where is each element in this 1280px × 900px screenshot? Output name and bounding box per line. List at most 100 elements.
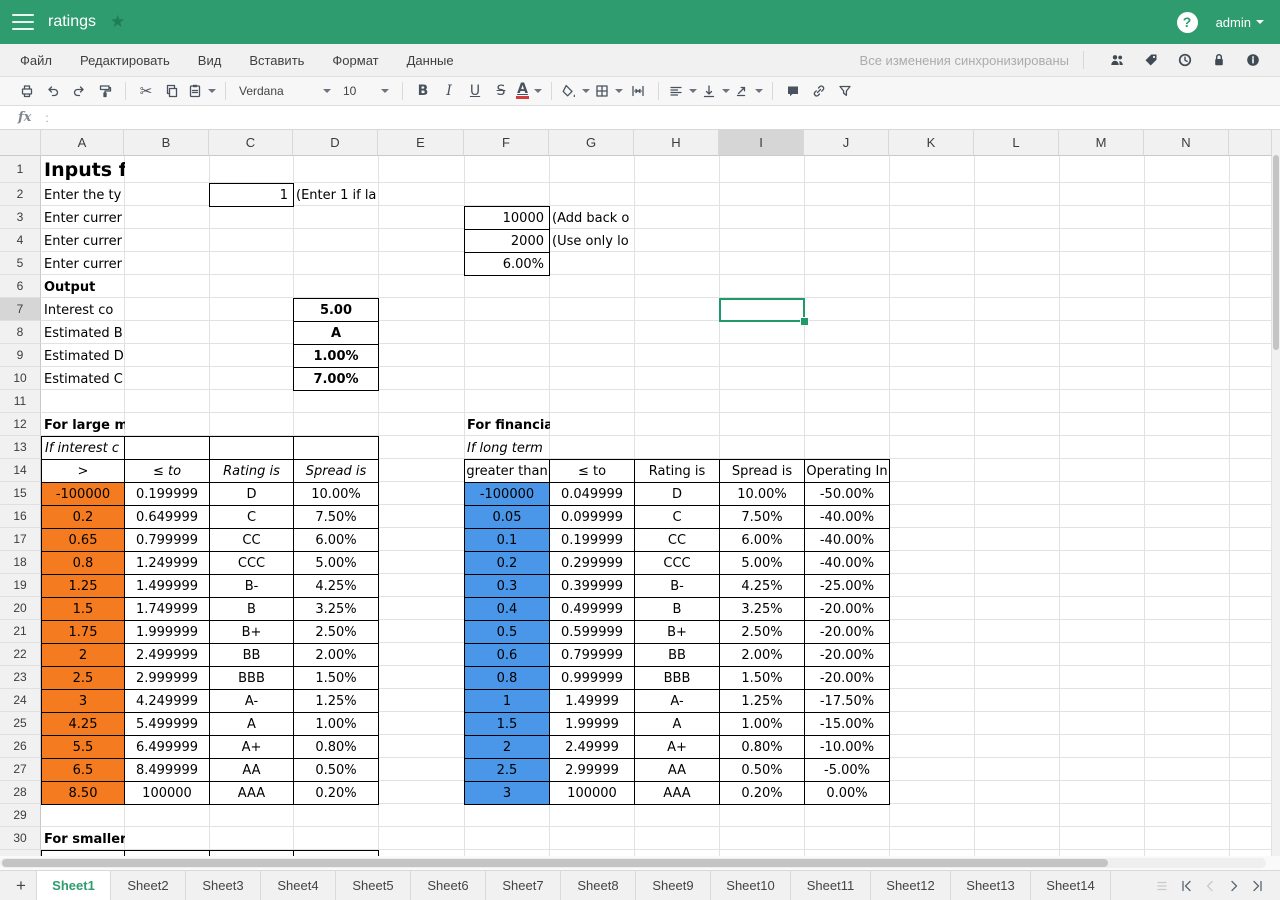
select-all-corner[interactable]: [0, 130, 41, 156]
cell-A28[interactable]: 8.50: [41, 781, 125, 805]
cell-J17[interactable]: -40.00%: [804, 528, 890, 552]
cell-A12[interactable]: For large m: [41, 413, 125, 437]
row-header-7[interactable]: 7: [0, 298, 41, 321]
cell-D18[interactable]: 5.00%: [293, 551, 379, 575]
cell-J24[interactable]: -17.50%: [804, 689, 890, 713]
cell-B20[interactable]: 1.749999: [124, 597, 210, 621]
cell-I16[interactable]: 7.50%: [719, 505, 805, 529]
cell-D28[interactable]: 0.20%: [293, 781, 379, 805]
cell-A14[interactable]: >: [41, 459, 125, 483]
lock-icon[interactable]: [1206, 49, 1232, 71]
cell-A24[interactable]: 3: [41, 689, 125, 713]
cell-H22[interactable]: BB: [634, 643, 720, 667]
cell-H20[interactable]: B: [634, 597, 720, 621]
cell-F16[interactable]: 0.05: [464, 505, 550, 529]
cell-H21[interactable]: B+: [634, 620, 720, 644]
user-menu[interactable]: admin: [1216, 15, 1264, 30]
menu-данные[interactable]: Данные: [393, 53, 468, 68]
cell-G26[interactable]: 2.49999: [549, 735, 635, 759]
vertical-align-button[interactable]: [701, 80, 730, 102]
row-header-26[interactable]: 26: [0, 735, 41, 758]
cell-B16[interactable]: 0.649999: [124, 505, 210, 529]
info-icon[interactable]: [1240, 49, 1266, 71]
cell-F24[interactable]: 1: [464, 689, 550, 713]
row-header-1[interactable]: 1: [0, 156, 41, 183]
row-header-22[interactable]: 22: [0, 643, 41, 666]
version-history-icon[interactable]: [1172, 49, 1198, 71]
column-header-B[interactable]: B: [124, 130, 209, 156]
cell-D17[interactable]: 6.00%: [293, 528, 379, 552]
cell-A5[interactable]: Enter currer: [41, 252, 125, 276]
cell-A3[interactable]: Enter currer: [41, 206, 125, 230]
menu-вид[interactable]: Вид: [184, 53, 236, 68]
column-header-C[interactable]: C: [209, 130, 293, 156]
cell-D8[interactable]: A: [293, 321, 379, 345]
cell-C2[interactable]: 1: [209, 183, 294, 207]
menu-формат[interactable]: Формат: [318, 53, 392, 68]
sheet-tab-sheet9[interactable]: Sheet9: [636, 871, 711, 900]
cell-A8[interactable]: Estimated B: [41, 321, 125, 345]
cell-G18[interactable]: 0.299999: [549, 551, 635, 575]
cell-C15[interactable]: D: [209, 482, 294, 506]
add-sheet-button[interactable]: +: [6, 871, 36, 900]
main-menu-icon[interactable]: [12, 14, 34, 30]
sheet-tab-sheet4[interactable]: Sheet4: [261, 871, 336, 900]
cell-A20[interactable]: 1.5: [41, 597, 125, 621]
menu-файл[interactable]: Файл: [0, 53, 66, 68]
cell-G21[interactable]: 0.599999: [549, 620, 635, 644]
row-header-24[interactable]: 24: [0, 689, 41, 712]
cell-F27[interactable]: 2.5: [464, 758, 550, 782]
cell-I26[interactable]: 0.80%: [719, 735, 805, 759]
cell-F22[interactable]: 0.6: [464, 643, 550, 667]
cell-A23[interactable]: 2.5: [41, 666, 125, 690]
cell-G15[interactable]: 0.049999: [549, 482, 635, 506]
first-sheet-icon[interactable]: [1174, 874, 1198, 898]
link-button[interactable]: [808, 80, 830, 102]
cell-F15[interactable]: -100000: [464, 482, 550, 506]
row-header-20[interactable]: 20: [0, 597, 41, 620]
comment-button[interactable]: [782, 80, 804, 102]
cell-G17[interactable]: 0.199999: [549, 528, 635, 552]
column-header-K[interactable]: K: [889, 130, 974, 156]
column-header-H[interactable]: H: [634, 130, 719, 156]
cell-C13[interactable]: [209, 436, 294, 460]
font-size-select[interactable]: 10: [339, 80, 393, 102]
cell-H24[interactable]: A-: [634, 689, 720, 713]
paste-button[interactable]: [187, 80, 216, 102]
cell-B18[interactable]: 1.249999: [124, 551, 210, 575]
cell-J15[interactable]: -50.00%: [804, 482, 890, 506]
strikethrough-button[interactable]: S: [490, 80, 512, 102]
cell-F21[interactable]: 0.5: [464, 620, 550, 644]
cell-A18[interactable]: 0.8: [41, 551, 125, 575]
cell-B26[interactable]: 6.499999: [124, 735, 210, 759]
cell-D24[interactable]: 1.25%: [293, 689, 379, 713]
format-painter-button[interactable]: [94, 80, 116, 102]
cell-G28[interactable]: 100000: [549, 781, 635, 805]
row-header-25[interactable]: 25: [0, 712, 41, 735]
cell-B13[interactable]: [124, 436, 210, 460]
cell-H14[interactable]: Rating is: [634, 459, 720, 483]
cell-B21[interactable]: 1.999999: [124, 620, 210, 644]
fill-color-button[interactable]: [561, 80, 590, 102]
column-header-M[interactable]: M: [1059, 130, 1144, 156]
cell-J22[interactable]: -20.00%: [804, 643, 890, 667]
cell-F18[interactable]: 0.2: [464, 551, 550, 575]
cell-G20[interactable]: 0.499999: [549, 597, 635, 621]
cell-B28[interactable]: 100000: [124, 781, 210, 805]
row-header-2[interactable]: 2: [0, 183, 41, 206]
cell-I23[interactable]: 1.50%: [719, 666, 805, 690]
row-header-12[interactable]: 12: [0, 413, 41, 436]
cell-C21[interactable]: B+: [209, 620, 294, 644]
cell-I24[interactable]: 1.25%: [719, 689, 805, 713]
row-header-29[interactable]: 29: [0, 804, 41, 827]
menu-редактировать[interactable]: Редактировать: [66, 53, 184, 68]
cell-A4[interactable]: Enter currer: [41, 229, 125, 253]
cell-B19[interactable]: 1.499999: [124, 574, 210, 598]
cell-I25[interactable]: 1.00%: [719, 712, 805, 736]
row-header-14[interactable]: 14: [0, 459, 41, 482]
cell-H15[interactable]: D: [634, 482, 720, 506]
cell-B27[interactable]: 8.499999: [124, 758, 210, 782]
row-header-21[interactable]: 21: [0, 620, 41, 643]
italic-button[interactable]: I: [438, 80, 460, 102]
sheet-tab-sheet8[interactable]: Sheet8: [561, 871, 636, 900]
